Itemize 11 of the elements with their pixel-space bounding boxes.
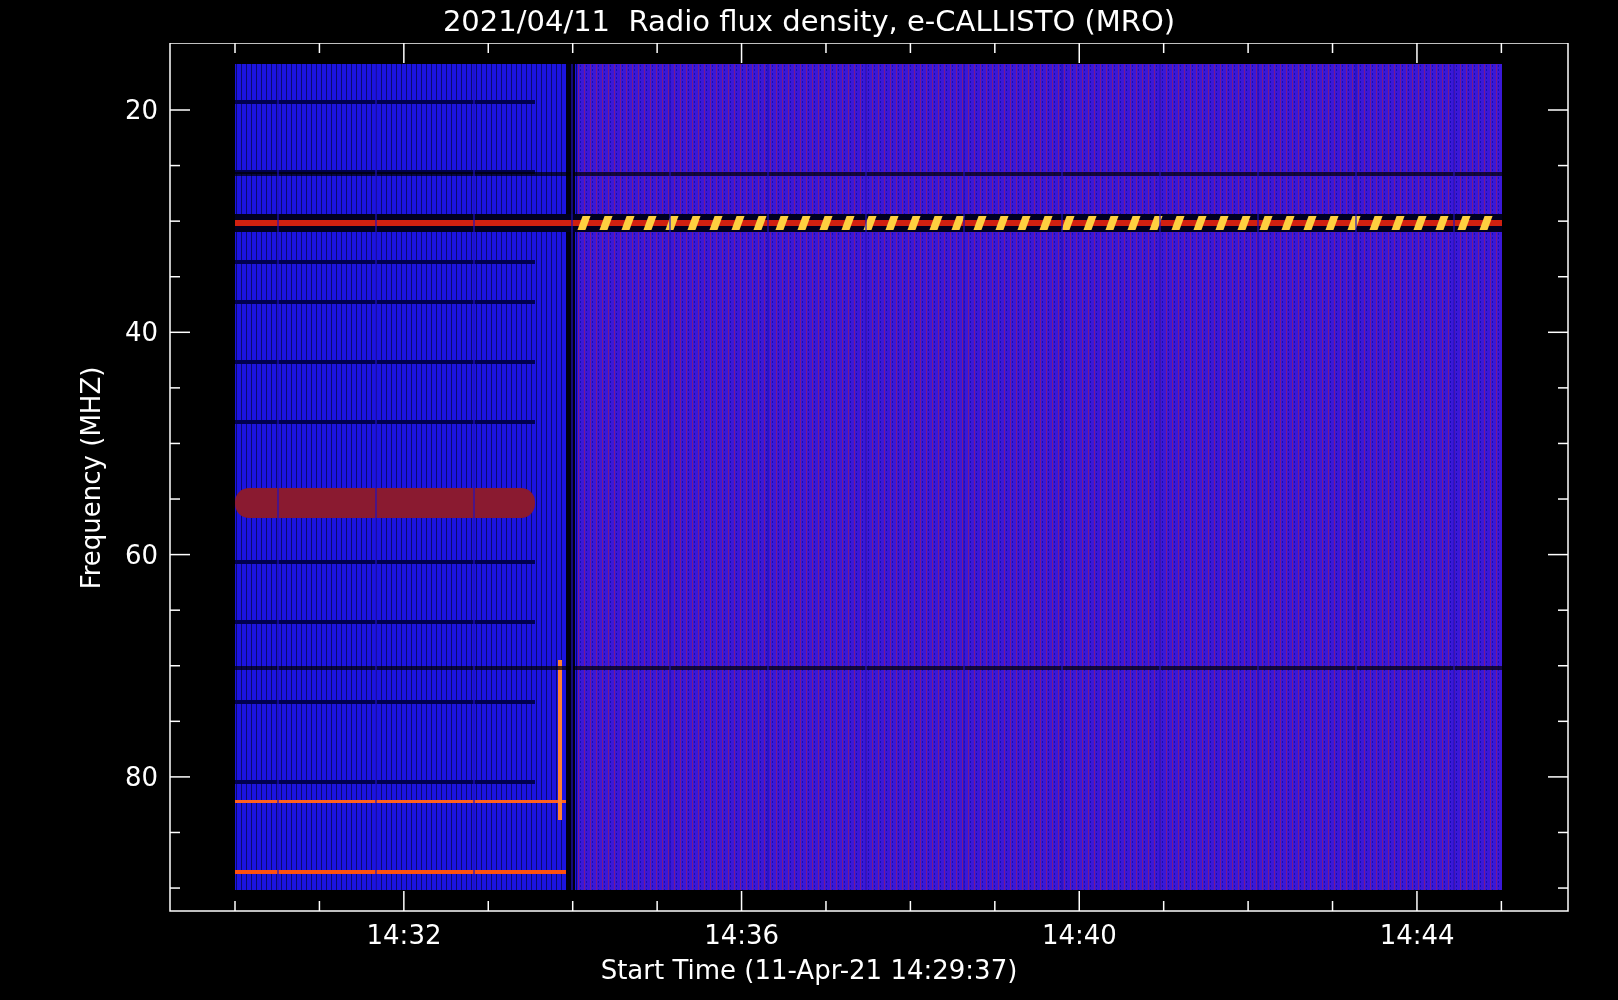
axis-label: Frequency (MHZ) bbox=[76, 366, 106, 590]
plot-title: 2021/04/11 Radio flux density, e-CALLISTO (MRO) bbox=[442, 3, 1176, 40]
tick-label: 14:32 bbox=[366, 920, 442, 950]
tick-label: 80 bbox=[124, 761, 158, 792]
axis-label: Start Time (11-Apr-21 14:29:37) bbox=[600, 955, 1018, 985]
tick-label: 14:36 bbox=[704, 920, 780, 950]
tick-label: 20 bbox=[124, 95, 158, 125]
tick-label: 40 bbox=[124, 317, 158, 348]
tick-label: 14:40 bbox=[1041, 920, 1117, 950]
tick-label: 14:44 bbox=[1379, 920, 1455, 950]
tick-label: 60 bbox=[124, 539, 158, 570]
